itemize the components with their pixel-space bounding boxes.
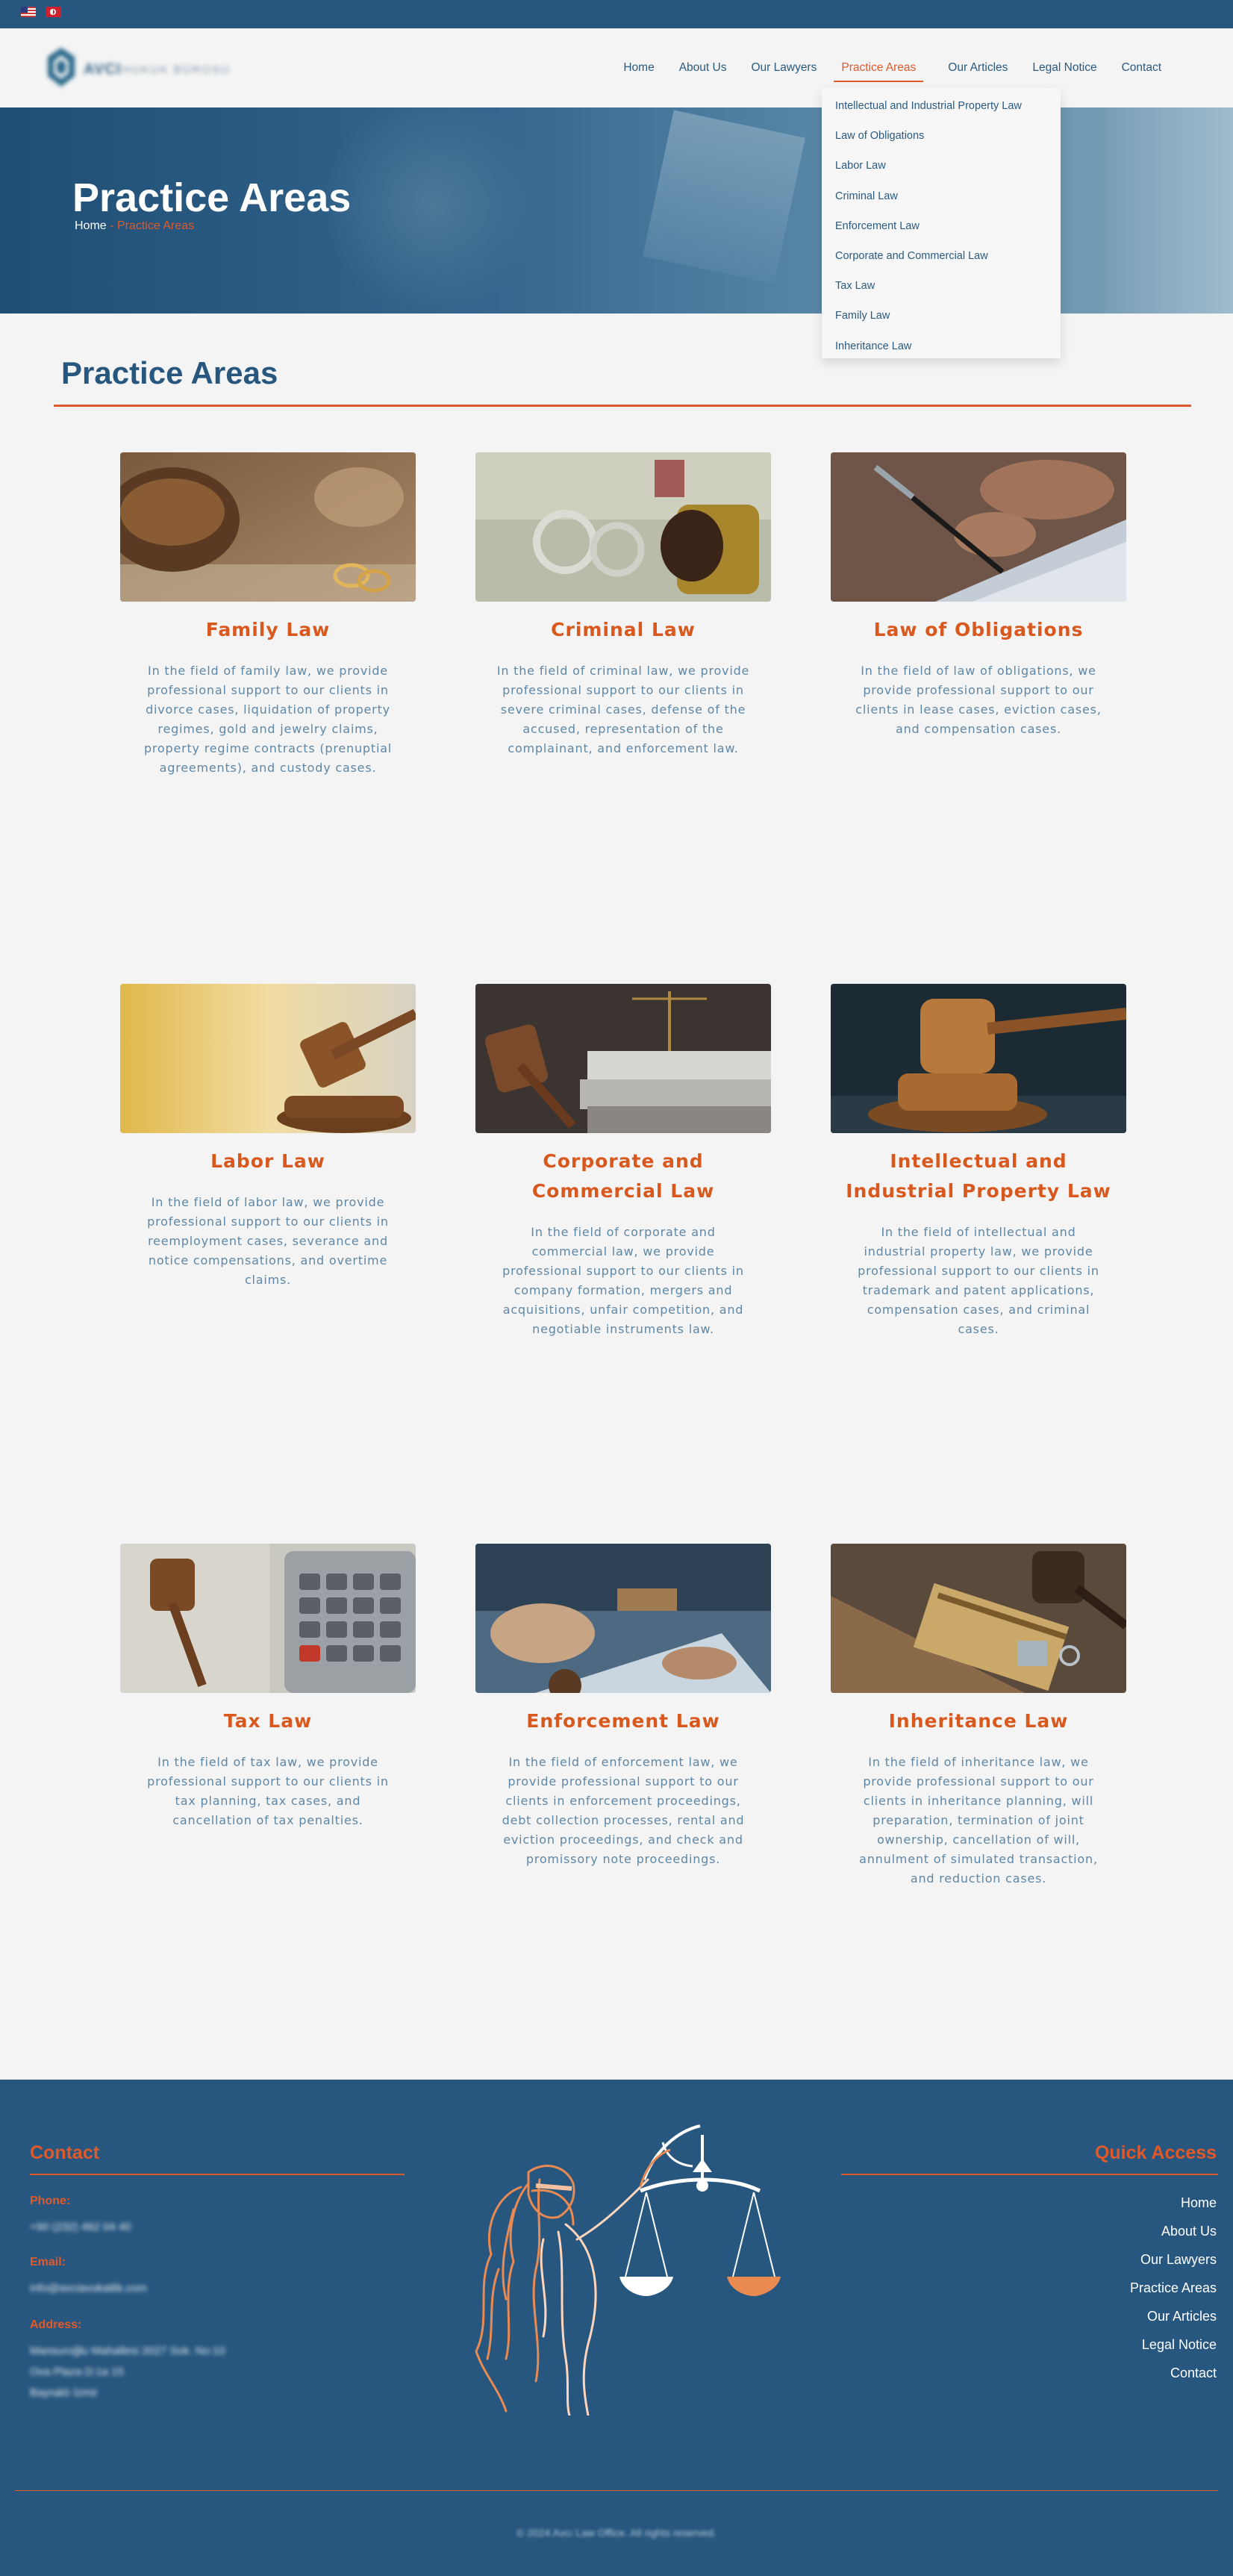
footer-email-label: Email: [30, 2256, 66, 2268]
card-image-intellectual-property-law [831, 984, 1126, 1133]
nav-practice-areas[interactable]: Practice Areas [834, 55, 924, 82]
dropdown-item-enforcement-law[interactable]: Enforcement Law [822, 211, 1061, 241]
footer-address-line: Mansuroğlu Mahallesi 2027 Sok. No:10 [30, 2345, 225, 2357]
footer-bottom-divider [15, 2490, 1218, 2491]
card-title: Intellectual and Industrial Property Law [846, 1150, 1111, 1202]
dropdown-item-law-of-obligations[interactable]: Law of Obligations [822, 121, 1061, 151]
card-title: Criminal Law [551, 619, 696, 640]
card-image-inheritance-law [831, 1544, 1126, 1693]
footer-address-line: Bayraklı İzmir [30, 2386, 98, 2399]
us-flag-icon[interactable] [21, 7, 36, 17]
card-image-criminal-law [475, 452, 771, 602]
dropdown-item-labor-law[interactable]: Labor Law [822, 151, 1061, 181]
practice-card-enforcement-law[interactable]: Enforcement Law In the field of enforcem… [475, 1544, 771, 1869]
nav-home[interactable]: Home [623, 55, 654, 81]
footer-link-about-us[interactable]: About Us [1130, 2217, 1217, 2245]
hero-background-image [321, 107, 545, 314]
footer-email[interactable]: info@avciavukatlik.com [30, 2278, 147, 2299]
card-description: In the field of law of obligations, we p… [855, 664, 1102, 736]
section-divider [54, 405, 1191, 407]
copyright-text: © 2024 Avcı Law Office. All rights reser… [516, 2527, 717, 2539]
practice-card-intellectual-property-law[interactable]: Intellectual and Industrial Property Law… [831, 984, 1126, 1339]
practice-card-tax-law[interactable]: Tax Law In the field of tax law, we prov… [120, 1544, 416, 1830]
footer-divider-left [30, 2174, 405, 2175]
nav-about-us[interactable]: About Us [679, 55, 727, 81]
card-description: In the field of criminal law, we provide… [496, 664, 750, 755]
card-image-family-law [120, 452, 416, 602]
card-title: Corporate and Commercial Law [531, 1150, 715, 1202]
footer-link-contact[interactable]: Contact [1130, 2359, 1217, 2387]
dropdown-item-corporate-commercial-law[interactable]: Corporate and Commercial Law [822, 241, 1061, 271]
breadcrumb-separator: - [110, 219, 114, 232]
logo-text: AVCI [84, 61, 122, 78]
card-description: In the field of labor law, we provide pr… [147, 1195, 389, 1287]
logo[interactable]: AVCI HUKUK BÜROSU [45, 42, 299, 93]
footer-address-label: Address: [30, 2318, 82, 2331]
breadcrumb-home[interactable]: Home [75, 219, 107, 232]
page-title: Practice Areas [72, 175, 352, 220]
card-description: In the field of inheritance law, we prov… [859, 1755, 1098, 1886]
footer-address: Mansuroğlu Mahallesi 2027 Sok. No:10 Ova… [30, 2341, 225, 2404]
card-title: Family Law [205, 619, 331, 640]
card-image-labor-law [120, 984, 416, 1133]
card-title: Labor Law [210, 1150, 325, 1172]
dropdown-item-criminal-law[interactable]: Criminal Law [822, 181, 1061, 211]
card-title: Inheritance Law [888, 1710, 1069, 1732]
logo-mark-icon [48, 48, 75, 87]
card-description: In the field of intellectual and industr… [858, 1225, 1099, 1336]
card-image-law-of-obligations [831, 452, 1126, 602]
practice-card-labor-law[interactable]: Labor Law In the field of labor law, we … [120, 984, 416, 1290]
logo-subtitle: HUKUK BÜROSU [122, 63, 231, 76]
footer-address-line: Ova Plaza D:1a 15 [30, 2366, 124, 2378]
nav-our-lawyers[interactable]: Our Lawyers [751, 55, 817, 81]
tr-flag-icon[interactable] [46, 7, 61, 17]
footer-link-legal-notice[interactable]: Legal Notice [1130, 2330, 1217, 2359]
card-description: In the field of tax law, we provide prof… [147, 1755, 389, 1827]
footer-link-our-lawyers[interactable]: Our Lawyers [1130, 2245, 1217, 2274]
card-description: In the field of corporate and commercial… [502, 1225, 744, 1336]
practice-card-family-law[interactable]: Family Law In the field of family law, w… [120, 452, 416, 778]
nav-legal-notice[interactable]: Legal Notice [1032, 55, 1096, 81]
card-description: In the field of family law, we provide p… [143, 664, 393, 775]
practice-card-corporate-commercial-law[interactable]: Corporate and Commercial Law In the fiel… [475, 984, 771, 1339]
card-title: Tax Law [223, 1710, 313, 1732]
footer-link-our-articles[interactable]: Our Articles [1130, 2302, 1217, 2330]
practice-areas-dropdown: Intellectual and Industrial Property Law… [822, 88, 1061, 358]
lady-justice-icon [475, 2124, 781, 2416]
practice-card-law-of-obligations[interactable]: Law of Obligations In the field of law o… [831, 452, 1126, 739]
breadcrumb-current: Practice Areas [116, 219, 195, 232]
footer-link-home[interactable]: Home [1130, 2189, 1217, 2217]
footer-link-practice-areas[interactable]: Practice Areas [1130, 2274, 1217, 2302]
footer-quick-links: Home About Us Our Lawyers Practice Areas… [1130, 2189, 1217, 2387]
breadcrumb: Home - Practice Areas [75, 219, 194, 233]
card-title: Enforcement Law [526, 1710, 720, 1732]
footer-contact-title: Contact [30, 2142, 100, 2163]
hero-background-window [1105, 107, 1233, 314]
site-footer: Contact Phone: +90 (232) 462 04 40 Email… [0, 2080, 1233, 2576]
footer-divider-right [841, 2174, 1218, 2175]
card-title: Law of Obligations [873, 619, 1084, 640]
footer-quick-access-title: Quick Access [1094, 2142, 1217, 2163]
card-image-tax-law [120, 1544, 416, 1693]
card-description: In the field of enforcement law, we prov… [502, 1755, 745, 1866]
practice-card-criminal-law[interactable]: Criminal Law In the field of criminal la… [475, 452, 771, 758]
footer-phone-label: Phone: [30, 2195, 71, 2207]
card-image-enforcement-law [475, 1544, 771, 1693]
card-image-corporate-commercial-law [475, 984, 771, 1133]
footer-phone[interactable]: +90 (232) 462 04 40 [30, 2217, 131, 2238]
language-bar [0, 0, 1233, 28]
dropdown-item-intellectual-property-law[interactable]: Intellectual and Industrial Property Law [822, 91, 1061, 121]
nav-our-articles[interactable]: Our Articles [948, 55, 1008, 81]
hero-background-detail [643, 110, 805, 284]
nav-contact[interactable]: Contact [1122, 55, 1161, 81]
dropdown-item-tax-law[interactable]: Tax Law [822, 271, 1061, 301]
dropdown-item-family-law[interactable]: Family Law [822, 301, 1061, 331]
practice-card-inheritance-law[interactable]: Inheritance Law In the field of inherita… [831, 1544, 1126, 1889]
dropdown-item-inheritance-law[interactable]: Inheritance Law [822, 331, 1061, 361]
section-title: Practice Areas [61, 355, 278, 390]
